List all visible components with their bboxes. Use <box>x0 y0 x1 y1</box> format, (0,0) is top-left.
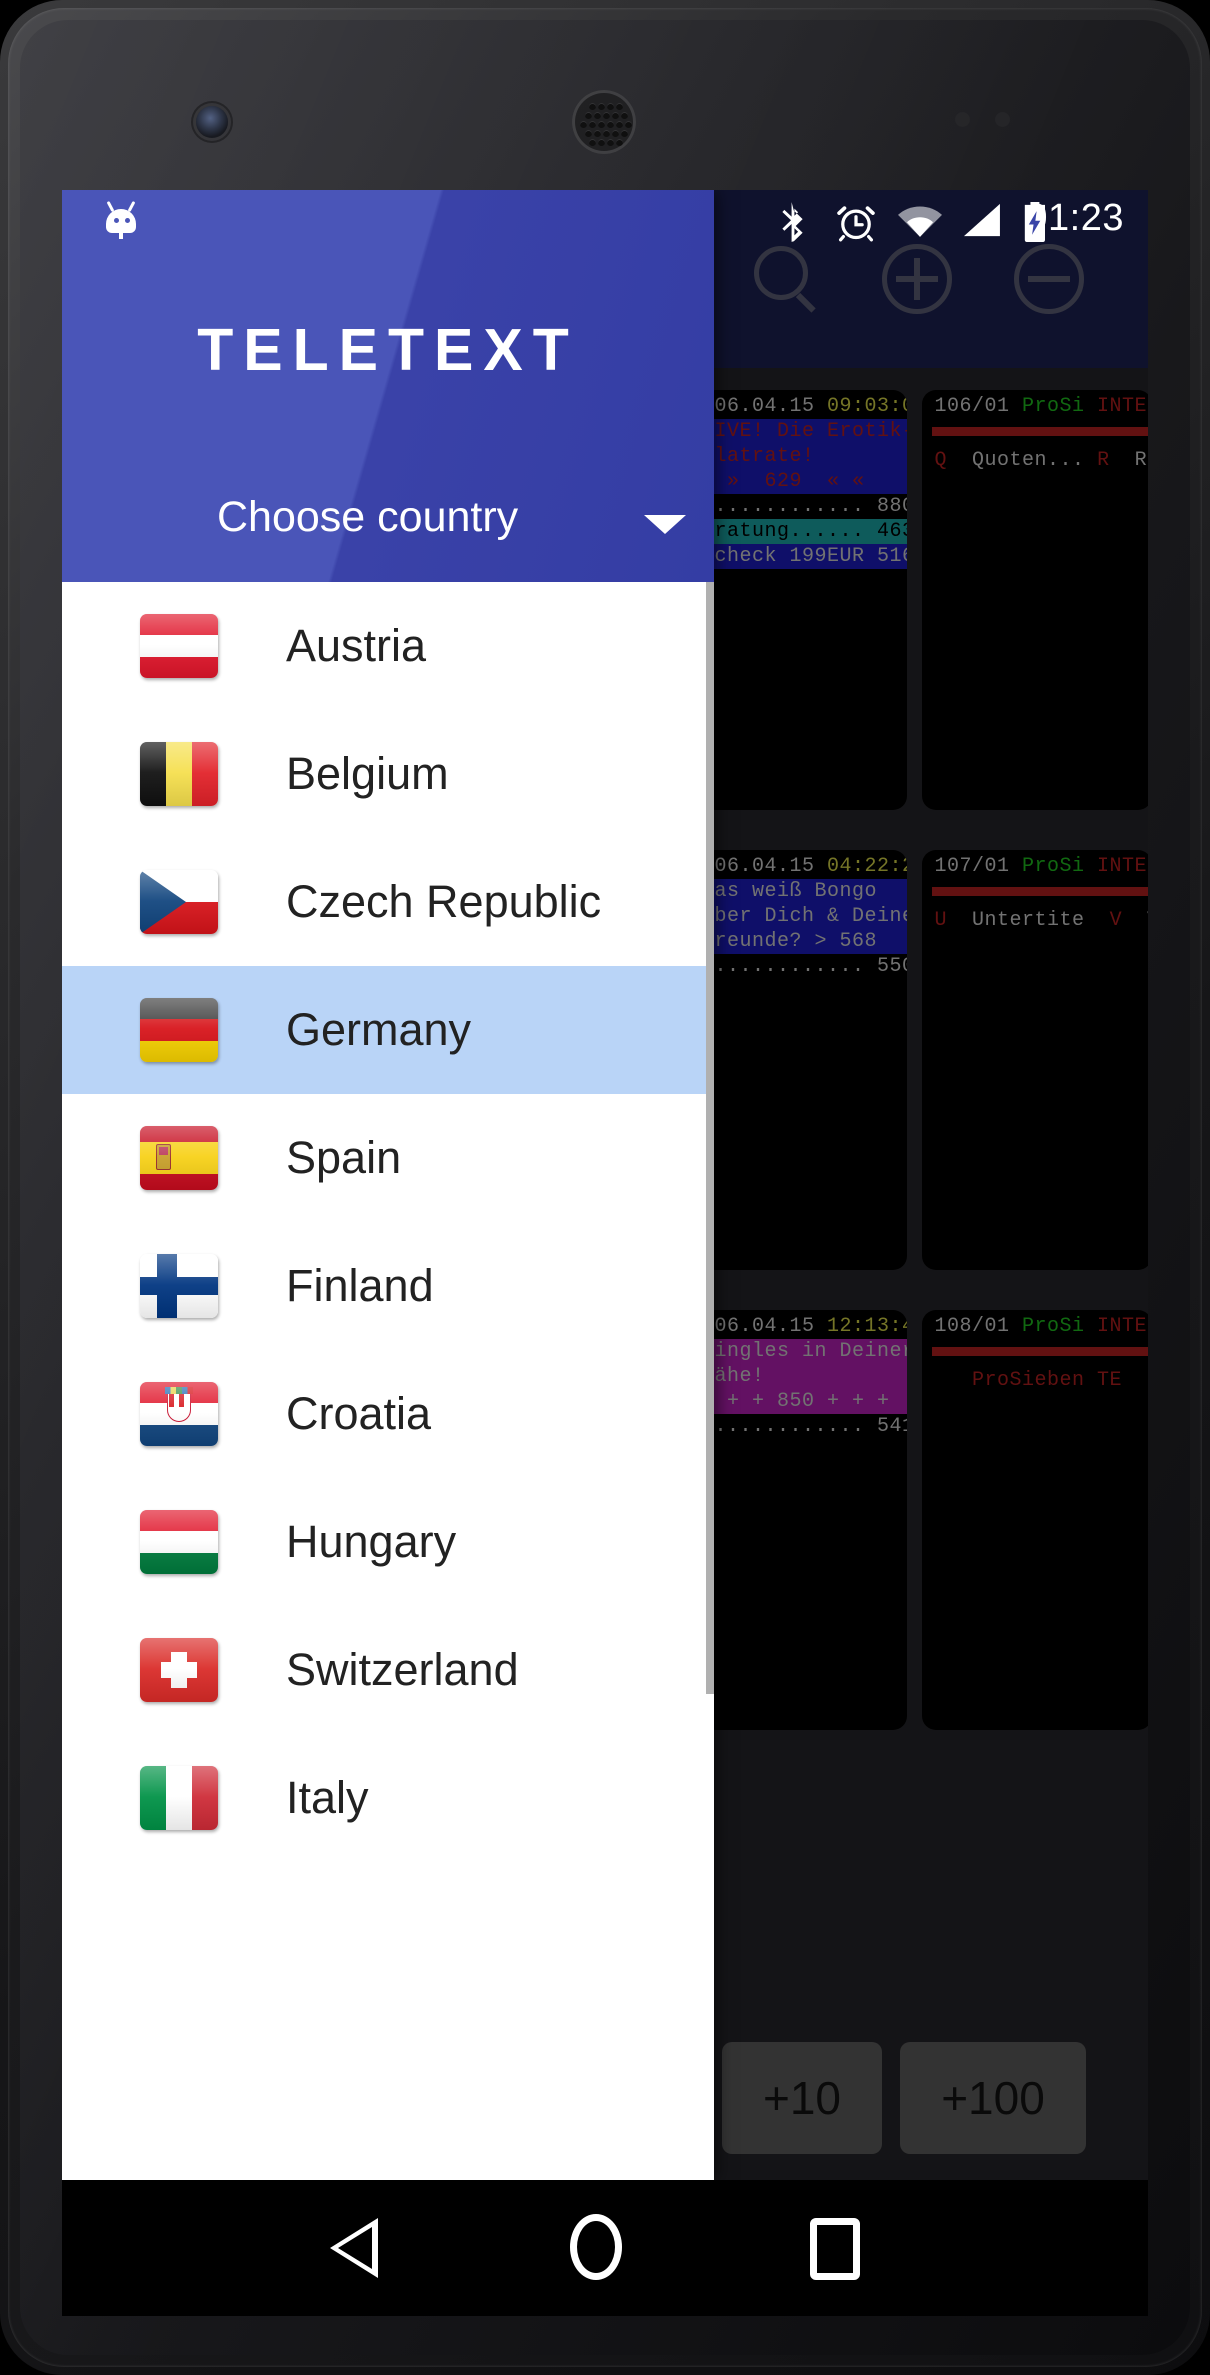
flag-icon-spain <box>140 1126 218 1190</box>
recents-icon[interactable] <box>810 2218 860 2280</box>
country-name-label: Germany <box>286 1004 472 1055</box>
country-list-item[interactable]: Finland <box>62 1222 714 1350</box>
speaker-hole <box>616 121 623 128</box>
phone-device-frame: 06.04.15 09:03:05LIVE! Die Erotik-Flatra… <box>0 0 1210 2375</box>
country-list-item[interactable]: Belgium <box>62 710 714 838</box>
navigation-drawer: TELETEXT Choose country Austria Belgium Cz… <box>62 190 714 2180</box>
back-icon-inner <box>338 2227 372 2269</box>
country-name-label: Switzerland <box>286 1644 519 1695</box>
flag-icon-switzerland <box>140 1638 218 1702</box>
speaker-hole <box>594 112 601 119</box>
speaker-hole <box>580 121 587 128</box>
speaker-hole <box>616 139 623 146</box>
country-name-label: Austria <box>286 620 427 671</box>
country-name-label: Czech Republic <box>286 876 602 927</box>
logo-letter: L <box>292 317 339 383</box>
battery-charging-icon <box>1020 202 1050 247</box>
speaker-hole <box>612 112 619 119</box>
speaker-hole <box>621 112 628 119</box>
country-list-item[interactable]: Czech Republic <box>62 838 714 966</box>
country-name-label: Spain <box>286 1132 402 1183</box>
proximity-sensor <box>955 112 970 127</box>
country-list-item[interactable]: Spain <box>62 1094 714 1222</box>
country-spinner-label: Choose country <box>217 493 519 541</box>
front-camera <box>196 106 228 138</box>
speaker-hole <box>607 139 614 146</box>
country-list-item[interactable]: Austria <box>62 582 714 710</box>
country-list-item[interactable]: Germany <box>62 966 714 1094</box>
speaker-hole <box>607 121 614 128</box>
speaker-hole <box>589 139 596 146</box>
status-bar: 01:23 <box>62 190 1148 248</box>
speaker-hole <box>598 139 605 146</box>
drawer-header: TELETEXT Choose country <box>62 190 714 582</box>
flag-icon-hungary <box>140 1510 218 1574</box>
flag-icon-belgium <box>140 742 218 806</box>
signal-icon <box>960 202 1002 243</box>
light-sensor <box>995 112 1010 127</box>
android-navigation-bar <box>62 2180 1148 2316</box>
speaker-hole <box>603 112 610 119</box>
country-name-label: Hungary <box>286 1516 457 1567</box>
speaker-hole <box>616 103 623 110</box>
speaker-hole <box>585 130 592 137</box>
country-list-item[interactable]: Switzerland <box>62 1606 714 1734</box>
flag-icon-italy <box>140 1766 218 1830</box>
flag-icon-germany <box>140 998 218 1062</box>
speaker-hole <box>585 112 592 119</box>
country-name-label: Belgium <box>286 748 449 799</box>
speaker-hole <box>589 121 596 128</box>
android-head-icon <box>102 199 140 239</box>
speaker-hole <box>607 103 614 110</box>
speaker-hole <box>594 130 601 137</box>
speaker-hole <box>612 130 619 137</box>
logo-letter: T <box>388 317 435 383</box>
speaker-hole <box>598 121 605 128</box>
speaker-hole <box>621 130 628 137</box>
alarm-clock-icon <box>836 202 876 247</box>
country-name-label: Italy <box>286 1772 369 1823</box>
logo-letter: T <box>532 317 579 383</box>
country-name-label: Finland <box>286 1260 434 1311</box>
flag-icon-czech-republic <box>140 870 218 934</box>
logo-letter: E <box>338 317 388 383</box>
country-list-item[interactable]: Hungary <box>62 1478 714 1606</box>
chevron-down-icon <box>644 515 686 534</box>
speaker-hole <box>589 103 596 110</box>
phone-screen: 06.04.15 09:03:05LIVE! Die Erotik-Flatra… <box>62 190 1148 2180</box>
earpiece-speaker <box>572 90 636 154</box>
speaker-hole <box>603 130 610 137</box>
country-list[interactable]: Austria Belgium Czech Republic Germany Spain… <box>62 582 714 2180</box>
wifi-icon <box>898 202 942 243</box>
home-icon[interactable] <box>570 2214 622 2280</box>
bluetooth-icon <box>776 202 810 247</box>
flag-icon-finland <box>140 1254 218 1318</box>
logo-letter: E <box>434 317 484 383</box>
logo-letter: X <box>483 317 533 383</box>
country-spinner[interactable]: Choose country <box>62 473 714 565</box>
country-list-item[interactable]: Croatia <box>62 1350 714 1478</box>
logo-letter: T <box>197 317 244 383</box>
country-list-item[interactable]: Italy <box>62 1734 714 1862</box>
speaker-hole <box>625 121 632 128</box>
logo-letter: E <box>243 317 293 383</box>
flag-icon-croatia <box>140 1382 218 1446</box>
country-name-label: Croatia <box>286 1388 432 1439</box>
app-logo: TELETEXT <box>62 316 714 384</box>
country-list-scrollbar[interactable] <box>706 582 714 1694</box>
speaker-hole <box>598 103 605 110</box>
flag-icon-austria <box>140 614 218 678</box>
